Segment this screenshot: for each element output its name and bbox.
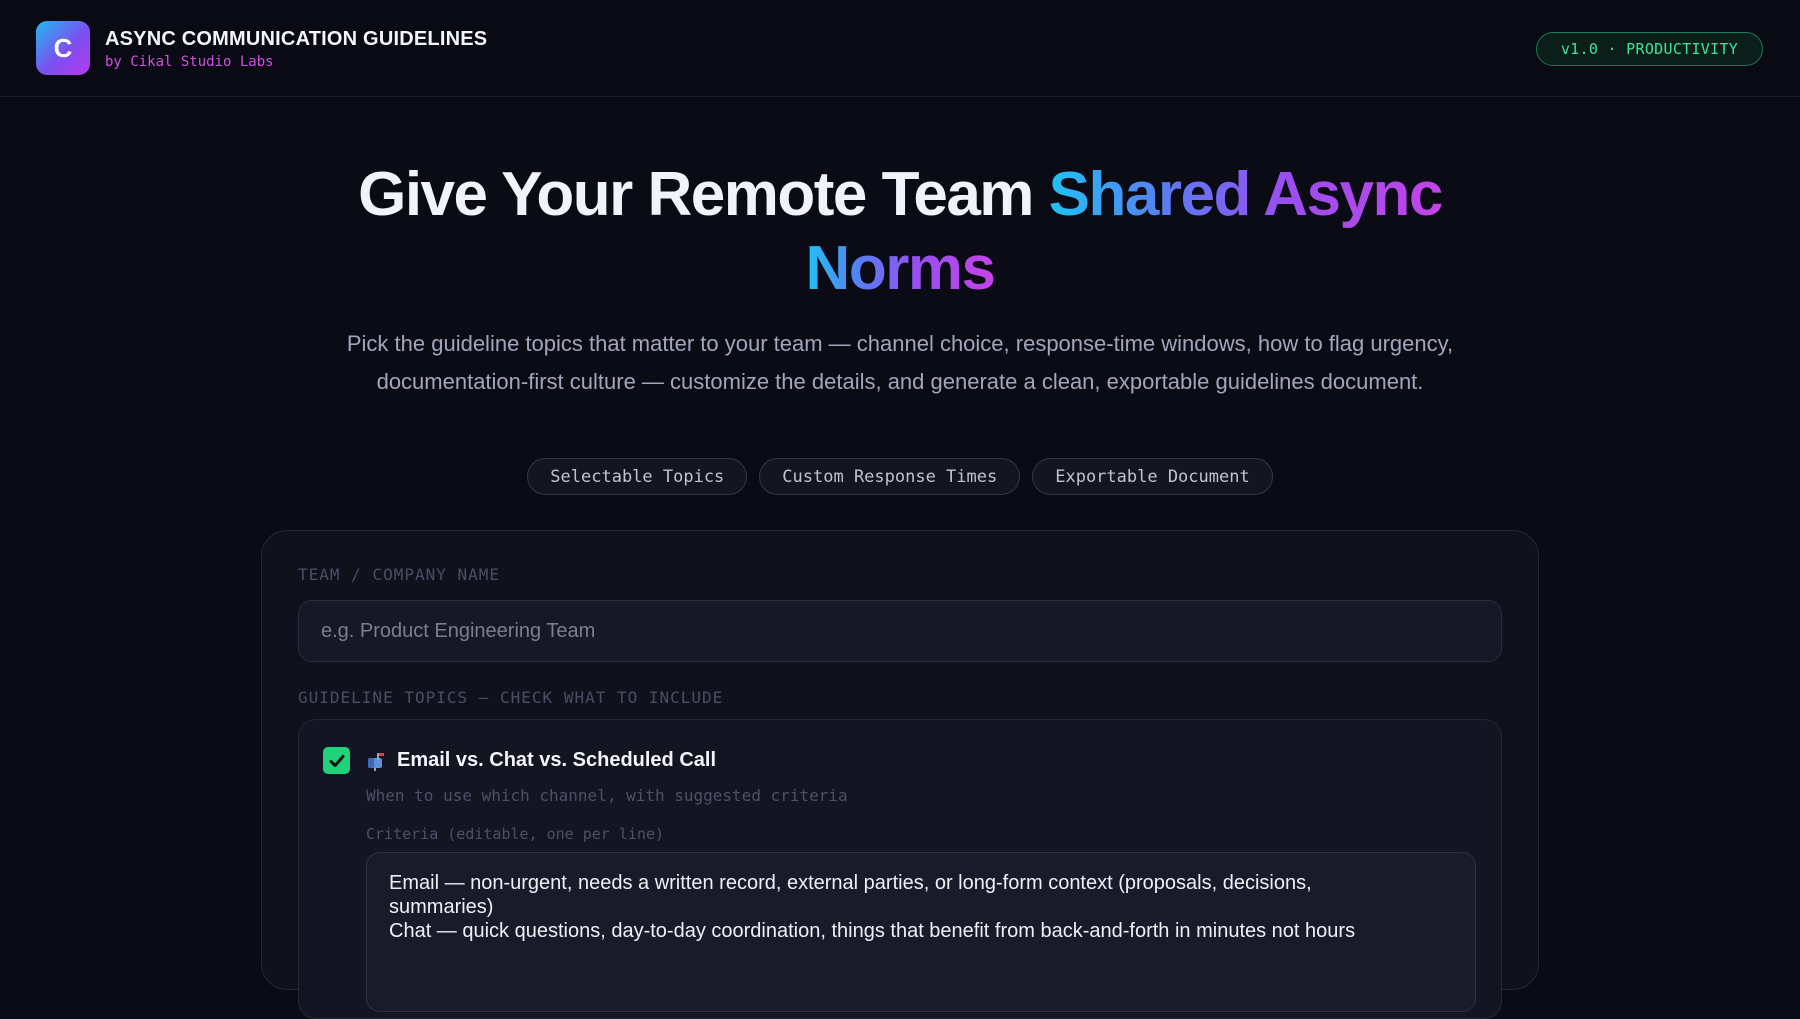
topic-checkbox[interactable] bbox=[323, 747, 350, 774]
team-name-input[interactable] bbox=[298, 600, 1502, 662]
topics-label: GUIDELINE TOPICS — CHECK WHAT TO INCLUDE bbox=[298, 688, 724, 707]
criteria-line: Email — non-urgent, needs a written reco… bbox=[389, 872, 1312, 894]
topic-description: When to use which channel, with suggeste… bbox=[366, 786, 848, 805]
feature-pill: Exportable Document bbox=[1032, 458, 1273, 495]
hero-title-plain: Give Your Remote Team bbox=[358, 160, 1049, 229]
hero-title: Give Your Remote Team Shared Async Norms bbox=[300, 158, 1500, 306]
team-name-label: TEAM / COMPANY NAME bbox=[298, 565, 501, 584]
feature-pill: Selectable Topics bbox=[527, 458, 748, 495]
criteria-textarea[interactable]: Email — non-urgent, needs a written reco… bbox=[366, 852, 1476, 1012]
criteria-line: Chat — quick questions, day-to-day coord… bbox=[389, 920, 1356, 942]
topic-card-channel-choice: Email vs. Chat vs. Scheduled Call When t… bbox=[298, 719, 1502, 1019]
guidelines-form-card: TEAM / COMPANY NAME GUIDELINE TOPICS — C… bbox=[261, 530, 1539, 1019]
app-logo: C bbox=[36, 21, 90, 75]
hero-title-highlight-2: Norms bbox=[805, 234, 996, 303]
app-title: ASYNC COMMUNICATION GUIDELINES bbox=[105, 28, 488, 50]
app-subtitle: by Cikal Studio Labs bbox=[105, 54, 274, 70]
mailbox-icon bbox=[368, 753, 384, 771]
logo-letter: C bbox=[53, 32, 73, 63]
hero-title-highlight-1: Shared Async bbox=[1048, 160, 1444, 229]
checkmark-icon bbox=[329, 754, 344, 767]
criteria-label: Criteria (editable, one per line) bbox=[366, 825, 665, 843]
criteria-line: summaries) bbox=[389, 896, 494, 918]
topic-title: Email vs. Chat vs. Scheduled Call bbox=[397, 749, 717, 771]
feature-pills: Selectable Topics Custom Response Times … bbox=[0, 458, 1800, 495]
version-badge: v1.0 · PRODUCTIVITY bbox=[1536, 32, 1763, 66]
top-bar: C ASYNC COMMUNICATION GUIDELINES by Cika… bbox=[0, 0, 1800, 97]
feature-pill: Custom Response Times bbox=[759, 458, 1021, 495]
hero-description: Pick the guideline topics that matter to… bbox=[346, 331, 1454, 394]
